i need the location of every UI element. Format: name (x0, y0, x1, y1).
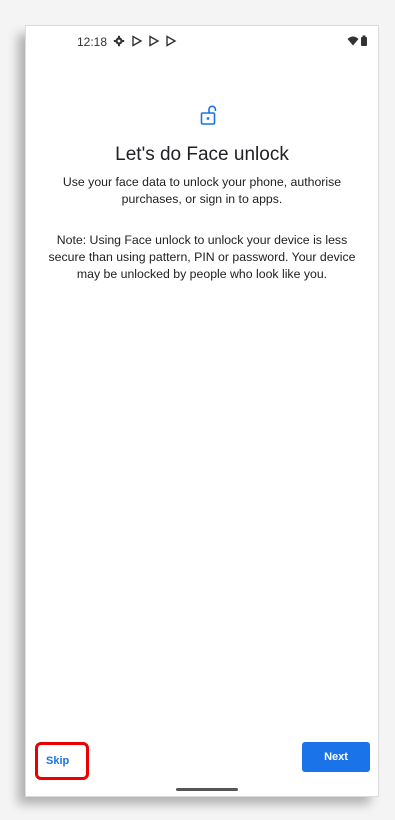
home-gesture-handle[interactable] (176, 788, 238, 791)
settings-icon (113, 35, 125, 47)
page-description: Use your face data to unlock your phone,… (62, 175, 342, 206)
battery-icon (361, 35, 367, 46)
navigation-bar (26, 786, 378, 796)
next-button[interactable]: Next (302, 742, 370, 772)
play-store-icon (132, 35, 143, 47)
wifi-icon (347, 36, 359, 46)
device-frame: 12:18 Let's do Face unlock Use your face… (0, 0, 395, 820)
status-bar: 12:18 (26, 26, 378, 58)
skip-button[interactable]: Skip (35, 742, 89, 780)
unlocked-padlock-icon (200, 105, 217, 125)
page-title: Let's do Face unlock (115, 144, 289, 165)
status-time: 12:18 (77, 35, 108, 49)
play-store-icon (166, 35, 177, 47)
play-store-icon (149, 35, 160, 47)
security-note: Note: Using Face unlock to unlock your d… (48, 233, 356, 281)
setup-screen: 12:18 Let's do Face unlock Use your face… (26, 26, 378, 796)
